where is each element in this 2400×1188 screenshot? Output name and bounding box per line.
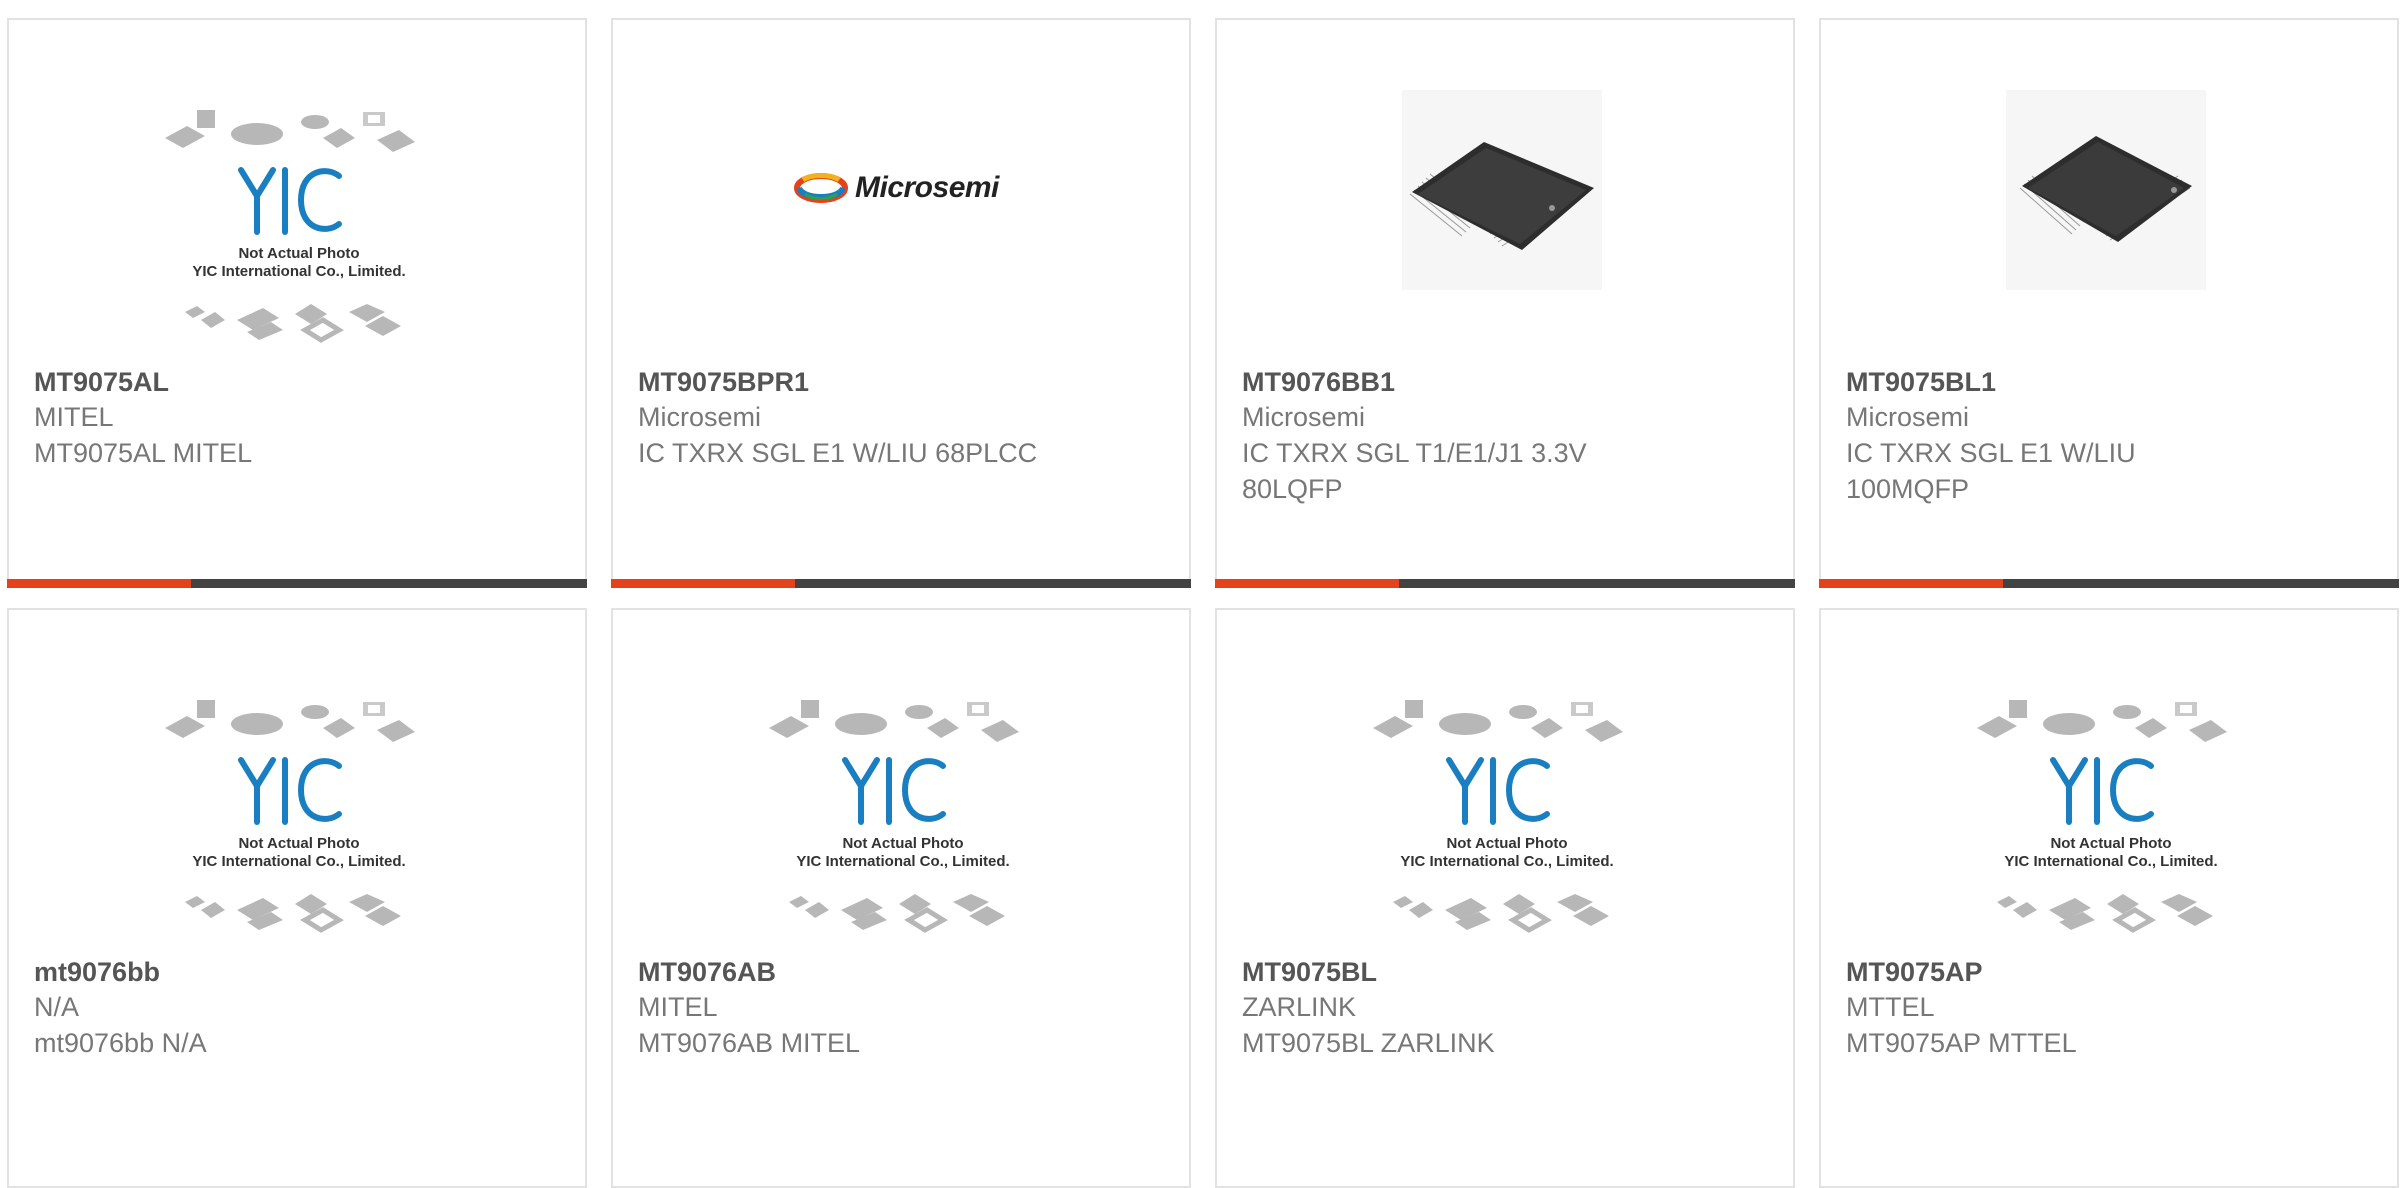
part-number[interactable]: MT9075BL xyxy=(1242,955,1773,989)
placeholder-image: Not Actual Photo YIC International Co., … xyxy=(763,690,1043,970)
placeholder-image: Not Actual Photo YIC International Co., … xyxy=(1971,690,2251,970)
product-card[interactable]: MT9076BB1 Microsemi IC TXRX SGL T1/E1/J1… xyxy=(1215,18,1795,588)
description: IC TXRX SGL E1 W/LIU 68PLCC xyxy=(638,438,1038,468)
manufacturer: Microsemi xyxy=(1242,402,1366,432)
part-number[interactable]: MT9075AP xyxy=(1846,955,2377,989)
manufacturer: MITEL xyxy=(638,992,718,1022)
placeholder-line1: Not Actual Photo xyxy=(238,245,359,262)
manufacturer: MITEL xyxy=(34,402,114,432)
description: MT9075AP MTTEL xyxy=(1846,1028,2077,1058)
placeholder-line1: Not Actual Photo xyxy=(238,835,359,852)
placeholder-image: Not Actual Photo YIC International Co., … xyxy=(159,690,439,970)
placeholder-line2: YIC International Co., Limited. xyxy=(2004,853,2217,870)
placeholder-image: Not Actual Photo YIC International Co., … xyxy=(1367,690,1647,970)
description: MT9075AL MITEL xyxy=(34,438,253,468)
card-accent-bar xyxy=(1215,579,1795,588)
manufacturer: Microsemi xyxy=(638,402,762,432)
card-accent-bar xyxy=(7,579,587,588)
placeholder-line2: YIC International Co., Limited. xyxy=(192,263,405,280)
logo-text: Microsemi xyxy=(855,171,999,204)
product-card[interactable]: Not Actual Photo YIC International Co., … xyxy=(1819,608,2399,1188)
manufacturer: N/A xyxy=(34,992,80,1022)
placeholder-line1: Not Actual Photo xyxy=(842,835,963,852)
placeholder-line2: YIC International Co., Limited. xyxy=(1400,853,1613,870)
description: IC TXRX SGL T1/E1/J1 3.3V 80LQFP xyxy=(1242,438,1587,504)
product-card[interactable]: Not Actual Photo YIC International Co., … xyxy=(1215,608,1795,1188)
chip-photo xyxy=(2006,90,2206,290)
part-number[interactable]: MT9075BL1 xyxy=(1846,365,2377,399)
card-accent-bar xyxy=(611,579,1191,588)
product-card[interactable]: Microsemi MT9075BPR1 Microsemi IC TXRX S… xyxy=(611,18,1191,588)
product-card[interactable]: Not Actual Photo YIC International Co., … xyxy=(611,608,1191,1188)
description: MT9075BL ZARLINK xyxy=(1242,1028,1495,1058)
manufacturer: ZARLINK xyxy=(1242,992,1357,1022)
part-number[interactable]: MT9075AL xyxy=(34,365,565,399)
placeholder-line1: Not Actual Photo xyxy=(1446,835,1567,852)
description: mt9076bb N/A xyxy=(34,1028,207,1058)
placeholder-line2: YIC International Co., Limited. xyxy=(192,853,405,870)
product-card[interactable]: Not Actual Photo YIC International Co., … xyxy=(7,608,587,1188)
part-number[interactable]: MT9075BPR1 xyxy=(638,365,1169,399)
placeholder-line1: Not Actual Photo xyxy=(2050,835,2171,852)
part-number[interactable]: MT9076BB1 xyxy=(1242,365,1773,399)
card-accent-bar xyxy=(1819,579,2399,588)
product-card[interactable]: MT9075BL1 Microsemi IC TXRX SGL E1 W/LIU… xyxy=(1819,18,2399,588)
chip-photo xyxy=(1402,90,1602,290)
product-card[interactable]: Not Actual Photo YIC International Co., … xyxy=(7,18,587,588)
description: MT9076AB MITEL xyxy=(638,1028,861,1058)
part-number[interactable]: mt9076bb xyxy=(34,955,565,989)
manufacturer: MTTEL xyxy=(1846,992,1935,1022)
description: IC TXRX SGL E1 W/LIU 100MQFP xyxy=(1846,438,2136,504)
part-number[interactable]: MT9076AB xyxy=(638,955,1169,989)
microsemi-logo: Microsemi xyxy=(793,170,999,206)
manufacturer: Microsemi xyxy=(1846,402,1970,432)
placeholder-line2: YIC International Co., Limited. xyxy=(796,853,1009,870)
placeholder-image: Not Actual Photo YIC International Co., … xyxy=(159,100,439,380)
